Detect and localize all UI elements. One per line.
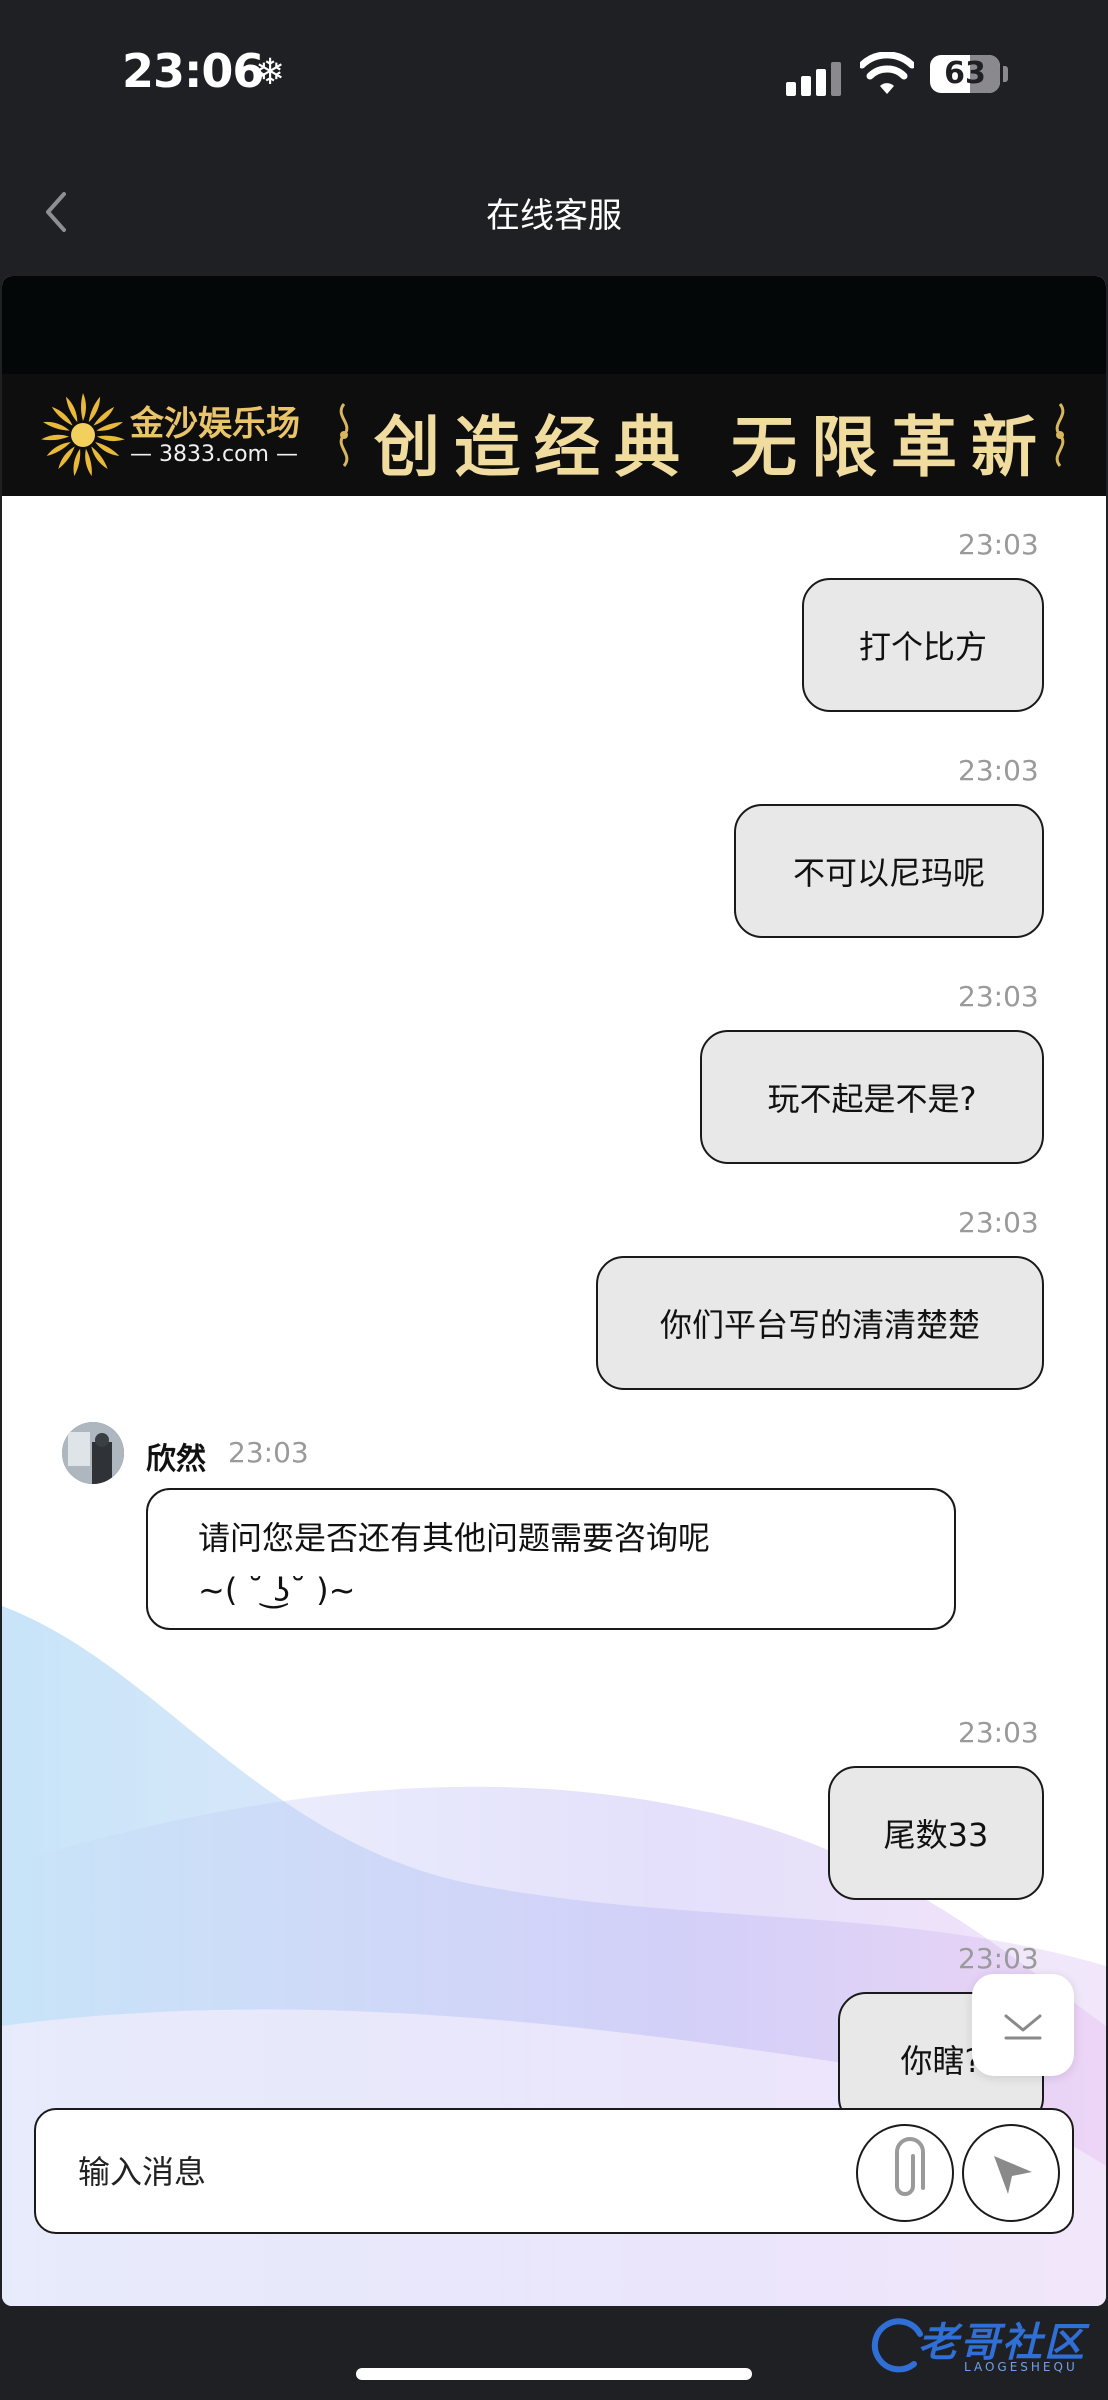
chat-panel: 金沙娱乐场 — 3833.com — 创造经典 无限革新 23:03 打个比方 … — [2, 276, 1106, 2306]
battery-icon: 63 — [930, 55, 1000, 93]
snowflake-icon: ❄ — [255, 52, 286, 93]
banner-slogan: 创造经典 无限革新 — [374, 408, 1051, 486]
outgoing-message[interactable]: 不可以尼玛呢 — [734, 804, 1044, 938]
watermark-subtitle: LAOGESHEQU — [964, 2360, 1078, 2374]
cellular-signal-icon — [786, 56, 846, 96]
incoming-message-line: ~( ˘ ͜ʖ˘ )~ — [198, 1571, 356, 1609]
promo-banner: 金沙娱乐场 — 3833.com — 创造经典 无限革新 — [2, 374, 1106, 496]
status-time: 23:06 — [122, 44, 264, 98]
ornament-icon — [1055, 403, 1065, 467]
message-timestamp: 23:03 — [958, 1942, 1039, 1975]
send-button[interactable] — [962, 2124, 1060, 2222]
scroll-to-bottom-button[interactable] — [972, 1974, 1074, 2076]
paperclip-icon — [895, 2137, 925, 2196]
message-input[interactable] — [76, 2146, 860, 2198]
home-indicator — [356, 2368, 752, 2380]
outgoing-message[interactable]: 尾数33 — [828, 1766, 1044, 1900]
nav-bar: 在线客服 — [0, 150, 1108, 274]
incoming-message-line: 请问您是否还有其他问题需要咨询呢 — [198, 1519, 711, 1557]
message-timestamp: 23:03 — [958, 1206, 1039, 1239]
message-timestamp: 23:03 — [958, 754, 1039, 787]
chevron-down-icon — [1004, 2014, 1042, 2040]
watermark-logo: 老哥社区 LAOGESHEQU — [868, 2306, 1098, 2382]
message-timestamp: 23:03 — [958, 1716, 1039, 1749]
status-bar: 23:06 ❄ 63 — [0, 0, 1108, 150]
brand-url: — 3833.com — — [130, 442, 298, 467]
message-composer — [34, 2108, 1074, 2234]
wifi-icon — [860, 52, 914, 94]
send-icon — [994, 2156, 1032, 2194]
brand-name: 金沙娱乐场 — [130, 404, 300, 444]
agent-avatar — [62, 1422, 124, 1484]
header-strip — [2, 276, 1106, 374]
ornament-icon — [339, 403, 349, 467]
sun-logo-icon — [40, 393, 125, 477]
message-timestamp: 23:03 — [228, 1436, 309, 1469]
page-title: 在线客服 — [486, 196, 622, 236]
agent-name: 欣然 — [146, 1442, 206, 1477]
message-timestamp: 23:03 — [958, 980, 1039, 1013]
battery-level: 63 — [944, 56, 986, 91]
message-timestamp: 23:03 — [958, 528, 1039, 561]
attach-button[interactable] — [856, 2124, 954, 2222]
outgoing-message[interactable]: 打个比方 — [802, 578, 1044, 712]
incoming-message[interactable]: 请问您是否还有其他问题需要咨询呢 ~( ˘ ͜ʖ˘ )~ — [146, 1488, 956, 1630]
outgoing-message[interactable]: 你们平台写的清清楚楚 — [596, 1256, 1044, 1390]
outgoing-message[interactable]: 玩不起是不是? — [700, 1030, 1044, 1164]
